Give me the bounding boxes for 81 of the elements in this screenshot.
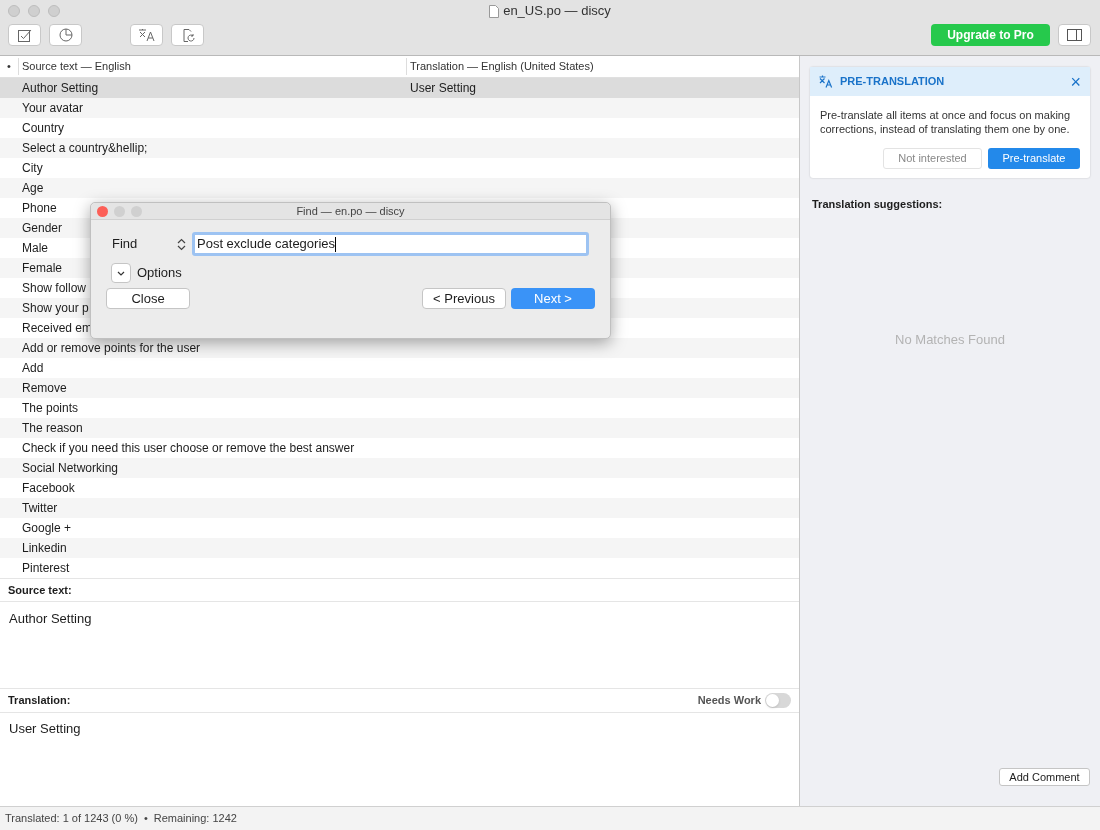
- sidebar-toggle-button[interactable]: [1058, 24, 1091, 46]
- statistics-button[interactable]: [49, 24, 82, 46]
- table-row[interactable]: Your avatar: [0, 98, 799, 118]
- close-button[interactable]: Close: [106, 288, 190, 309]
- table-row[interactable]: Remove: [0, 378, 799, 398]
- options-disclosure-button[interactable]: [111, 263, 131, 283]
- source-cell: Phone: [22, 201, 57, 215]
- table-row[interactable]: Linkedin: [0, 538, 799, 558]
- suggestions-heading: Translation suggestions:: [812, 197, 944, 212]
- table-row[interactable]: Author Setting User Setting: [0, 78, 799, 98]
- source-cell: Select a country&hellip;: [22, 141, 148, 155]
- source-cell: Gender: [22, 221, 63, 235]
- translation-cell-text: User Setting: [410, 80, 477, 97]
- table-row[interactable]: Social Networking: [0, 458, 799, 478]
- pie-chart-icon: [58, 28, 73, 42]
- separator-dot: •: [143, 811, 148, 827]
- previous-button[interactable]: < Previous: [422, 288, 506, 309]
- column-header[interactable]: •: [0, 58, 18, 75]
- chevron-down-icon: [117, 270, 125, 276]
- source-cell: The points: [22, 401, 79, 415]
- close-window-icon[interactable]: [97, 205, 108, 217]
- source-cell: Your avatar: [22, 101, 83, 115]
- close-button[interactable]: ×: [1070, 72, 1081, 91]
- source-cell: City: [22, 161, 43, 175]
- source-cell: Author Setting: [22, 81, 99, 95]
- source-cell: Male: [22, 241, 48, 255]
- source-cell: Google +: [22, 521, 72, 535]
- search-field[interactable]: Post exclude categories: [192, 232, 589, 256]
- document-refresh-icon: [180, 27, 195, 43]
- source-cell: Add: [22, 361, 44, 375]
- dialog-title: Find — en.po — discy: [296, 203, 405, 219]
- source-cell: Show follow: [22, 281, 87, 295]
- source-text: Author Setting: [9, 611, 92, 626]
- zoom-window-icon[interactable]: [48, 5, 60, 17]
- table-row[interactable]: Add or remove points for the user: [0, 338, 799, 358]
- not-interested-button[interactable]: Not interested: [883, 148, 982, 169]
- card-description: Pre-translate all items at once and focus on making corrections, instead of translating them one by one.: [819, 108, 1072, 136]
- checkbox-icon: [17, 28, 32, 42]
- status-text: Remaining: 1242: [153, 811, 237, 827]
- source-cell: Show your p: [22, 301, 89, 315]
- table-row[interactable]: Select a country&hellip;: [0, 138, 799, 158]
- table-row[interactable]: Twitter: [0, 498, 799, 518]
- validate-button[interactable]: [8, 24, 41, 46]
- source-cell: Pinterest: [22, 561, 70, 575]
- pretranslate-button[interactable]: [130, 24, 163, 46]
- needs-work-label: Needs Work: [697, 693, 761, 709]
- card-title: PRE-TRANSLATION: [840, 74, 946, 90]
- source-cell: Check if you need this user choose or remove the best answer: [22, 441, 355, 455]
- table-row[interactable]: Age: [0, 178, 799, 198]
- source-cell: Linkedin: [22, 541, 67, 555]
- table-row[interactable]: The reason: [0, 418, 799, 438]
- column-header[interactable]: Translation — English (United States): [406, 58, 799, 75]
- find-label: Find: [112, 235, 139, 254]
- translation-field[interactable]: User Setting: [9, 721, 81, 736]
- up-down-chevron-icon[interactable]: [177, 237, 186, 251]
- source-cell: Remove: [22, 381, 67, 395]
- source-cell: The reason: [22, 421, 83, 435]
- add-comment-button[interactable]: Add Comment: [999, 768, 1090, 786]
- column-header[interactable]: Source text — English: [18, 58, 406, 75]
- pretranslate-action-button[interactable]: Pre-translate: [988, 148, 1080, 169]
- minimize-window-icon[interactable]: [28, 5, 40, 17]
- window-title: en_US.po — discy: [503, 2, 611, 21]
- needs-work-toggle[interactable]: [765, 693, 791, 708]
- close-window-icon[interactable]: [8, 5, 20, 17]
- section-heading: Translation:: [8, 693, 71, 709]
- sidebar-icon: [1067, 29, 1082, 41]
- update-button[interactable]: [171, 24, 204, 46]
- status-text: Translated: 1 of 1243 (0 %): [5, 811, 138, 827]
- translate-icon: [137, 28, 156, 42]
- source-cell: Social Networking: [22, 461, 119, 475]
- source-cell: Twitter: [22, 501, 58, 515]
- section-heading: Source text:: [8, 582, 72, 598]
- translate-icon: [819, 75, 833, 88]
- source-cell: Age: [22, 181, 44, 195]
- document-icon: [489, 4, 500, 18]
- source-cell: Country: [22, 121, 65, 135]
- options-label: Options: [137, 264, 182, 283]
- source-cell: Add or remove points for the user: [22, 341, 201, 355]
- empty-state-text: No Matches Found: [895, 330, 1005, 349]
- source-cell: Facebook: [22, 481, 75, 495]
- source-cell: Female: [22, 261, 62, 275]
